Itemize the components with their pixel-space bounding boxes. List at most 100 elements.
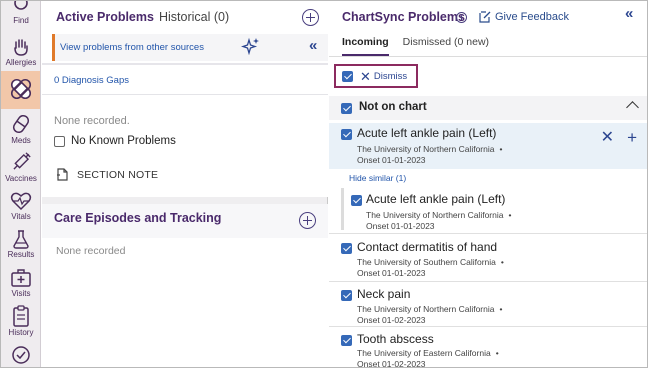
tab-active-problems[interactable]: Active Problems <box>56 10 154 24</box>
group-label: Not on chart <box>359 101 427 113</box>
nav-item-problems[interactable] <box>1 71 40 109</box>
edit-icon <box>479 11 491 23</box>
nav-item-history[interactable]: History <box>1 301 40 339</box>
problem-onset: Onset 01-01-2023 <box>357 155 426 165</box>
nav-label: Results <box>7 250 35 259</box>
info-icon[interactable]: i <box>456 12 467 23</box>
problem-onset: Onset 01-02-2023 <box>357 359 426 368</box>
not-on-chart-group-header[interactable]: Not on chart <box>329 96 647 120</box>
dismiss-row: ✕ Dismiss <box>342 70 407 83</box>
care-none-recorded-text: None recorded <box>56 245 126 257</box>
problem-name: Acute left ankle pain (Left) <box>366 192 506 206</box>
problem-onset: Onset 01-01-2023 <box>366 221 435 231</box>
item-checkbox[interactable] <box>341 290 352 301</box>
chartsync-title: ChartSync Problems <box>342 10 465 24</box>
list-item[interactable]: Acute left ankle pain (Left) The Univers… <box>329 189 647 233</box>
divider <box>329 281 647 282</box>
bullet: • <box>500 257 504 267</box>
list-item[interactable]: Acute left ankle pain (Left) The Univers… <box>329 123 647 169</box>
add-care-episode-button[interactable] <box>299 212 316 229</box>
list-item[interactable]: Tooth abscess The University of Eastern … <box>329 329 647 368</box>
bandage-icon <box>10 78 32 100</box>
sparkle-icon[interactable] <box>241 37 261 55</box>
dismiss-button[interactable]: Dismiss <box>374 71 407 82</box>
diagnosis-gaps-link[interactable]: 0 Diagnosis Gaps <box>54 75 129 86</box>
dismiss-toolbar: ✕ Dismiss <box>334 64 418 88</box>
collapse-panel-icon[interactable]: « <box>309 37 317 54</box>
sidebar-nav: Find Allergies Meds Vaccines Vitals Resu… <box>1 1 41 367</box>
nav-item-badge[interactable] <box>1 341 40 367</box>
nav-item-allergies[interactable]: Allergies <box>1 31 40 69</box>
problem-source: The University of Eastern California • <box>357 348 499 358</box>
select-all-checkbox[interactable] <box>342 71 353 82</box>
divider <box>42 63 328 65</box>
item-checkbox[interactable] <box>351 195 362 206</box>
problem-source: The University of Northern California • <box>357 304 502 314</box>
app-window: Find Allergies Meds Vaccines Vitals Resu… <box>0 0 648 368</box>
problem-name: Contact dermatitis of hand <box>357 240 498 254</box>
problems-panel: Active Problems Historical (0) View prob… <box>42 1 328 367</box>
pill-icon <box>12 114 30 134</box>
problem-onset: Onset 01-01-2023 <box>357 268 426 278</box>
hide-similar-link[interactable]: Hide similar (1) <box>349 173 406 183</box>
problem-name: Neck pain <box>357 287 411 301</box>
bullet: • <box>495 348 499 358</box>
divider <box>329 326 647 327</box>
nav-label: Vaccines <box>5 174 37 183</box>
tab-historical[interactable]: Historical (0) <box>159 10 229 24</box>
source-text: The University of Northern California <box>366 210 504 220</box>
nav-item-results[interactable]: Results <box>1 223 40 261</box>
care-episodes-title: Care Episodes and Tracking <box>54 211 222 225</box>
view-other-sources-link[interactable]: View problems from other sources <box>60 42 204 53</box>
section-note-button[interactable]: SECTION NOTE <box>56 168 158 181</box>
no-known-problems-checkbox[interactable] <box>54 135 65 147</box>
problem-name: Acute left ankle pain (Left) <box>357 126 497 140</box>
tab-incoming[interactable]: Incoming <box>342 36 389 56</box>
item-checkbox[interactable] <box>341 129 352 140</box>
bullet: • <box>499 304 503 314</box>
flask-icon <box>13 230 29 249</box>
no-known-problems-row[interactable]: No Known Problems <box>54 135 176 147</box>
source-text: The University of Southern California <box>357 257 496 267</box>
diagnosis-gaps-row: 0 Diagnosis Gaps <box>42 67 328 95</box>
nav-label: Allergies <box>5 58 37 67</box>
add-problem-button[interactable] <box>302 9 319 26</box>
dismiss-item-icon[interactable]: ✕ <box>601 130 614 146</box>
item-checkbox[interactable] <box>341 335 352 346</box>
nav-item-vaccines[interactable]: Vaccines <box>1 147 40 185</box>
other-sources-banner: View problems from other sources « <box>52 34 328 61</box>
give-feedback-label: Give Feedback <box>495 11 569 23</box>
nav-item-meds[interactable]: Meds <box>1 109 40 147</box>
problem-source: The University of Northern California • <box>366 210 511 220</box>
add-item-icon[interactable]: + <box>627 129 637 146</box>
nav-item-find[interactable]: Find <box>1 1 40 27</box>
row-actions: ✕ + <box>601 129 637 146</box>
badge-check-icon <box>12 346 30 364</box>
group-checkbox[interactable] <box>341 103 352 114</box>
tab-dismissed[interactable]: Dismissed (0 new) <box>403 36 489 56</box>
problems-tabs: Active Problems Historical (0) <box>56 10 229 24</box>
no-known-problems-label: No Known Problems <box>71 135 176 147</box>
problem-source: The University of Northern California • <box>357 144 502 154</box>
care-episodes-body: None recorded <box>42 238 328 367</box>
syringe-icon <box>13 152 31 170</box>
note-icon <box>57 168 68 181</box>
chevron-up-icon[interactable] <box>626 101 639 114</box>
chartsync-panel: ChartSync Problems i Give Feedback « Inc… <box>329 1 647 368</box>
section-note-label: SECTION NOTE <box>77 168 159 181</box>
clipboard-icon <box>13 305 29 327</box>
search-icon <box>14 1 28 10</box>
give-feedback-link[interactable]: Give Feedback <box>479 11 569 23</box>
list-item[interactable]: Contact dermatitis of hand The Universit… <box>329 237 647 281</box>
list-item[interactable]: Neck pain The University of Northern Cal… <box>329 284 647 328</box>
problem-source: The University of Southern California • <box>357 257 504 267</box>
collapse-chartsync-icon[interactable]: « <box>625 5 633 22</box>
item-checkbox[interactable] <box>341 243 352 254</box>
nav-item-vitals[interactable]: Vitals <box>1 185 40 223</box>
nav-label: History <box>8 328 34 337</box>
chartsync-tabs: Incoming Dismissed (0 new) <box>342 36 489 56</box>
nav-label: Meds <box>11 136 31 145</box>
source-text: The University of Northern California <box>357 144 495 154</box>
nav-item-visits[interactable]: Visits <box>1 262 40 300</box>
close-icon[interactable]: ✕ <box>360 70 371 83</box>
